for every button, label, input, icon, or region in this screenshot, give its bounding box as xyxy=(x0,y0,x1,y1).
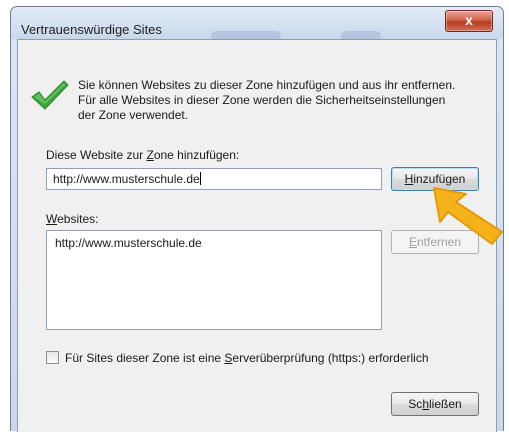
check-icon xyxy=(30,78,70,115)
info-text: Sie können Websites zu dieser Zone hinzu… xyxy=(78,78,456,122)
window-title: Vertrauenswürdige Sites xyxy=(21,22,162,37)
websites-label: Websites: xyxy=(46,212,99,226)
text-caret xyxy=(199,172,201,185)
pointer-arrow-icon xyxy=(430,186,506,251)
websites-list[interactable]: http://www.musterschule.de xyxy=(46,230,382,330)
dialog-body: Sie können Websites zu dieser Zone hinzu… xyxy=(17,39,497,432)
close-window-button[interactable]: x xyxy=(445,10,493,32)
close-button[interactable]: Schließen xyxy=(391,392,479,416)
list-item[interactable]: http://www.musterschule.de xyxy=(55,236,373,250)
https-checkbox-label[interactable]: Für Sites dieser Zone ist eine Serverübe… xyxy=(65,351,429,365)
https-checkbox[interactable] xyxy=(46,351,59,364)
website-input[interactable]: http://www.musterschule.de xyxy=(46,168,382,190)
title-bar[interactable]: Vertrauenswürdige Sites x xyxy=(11,7,503,41)
add-site-label: Diese Website zur Zone hinzufügen: xyxy=(46,148,240,162)
